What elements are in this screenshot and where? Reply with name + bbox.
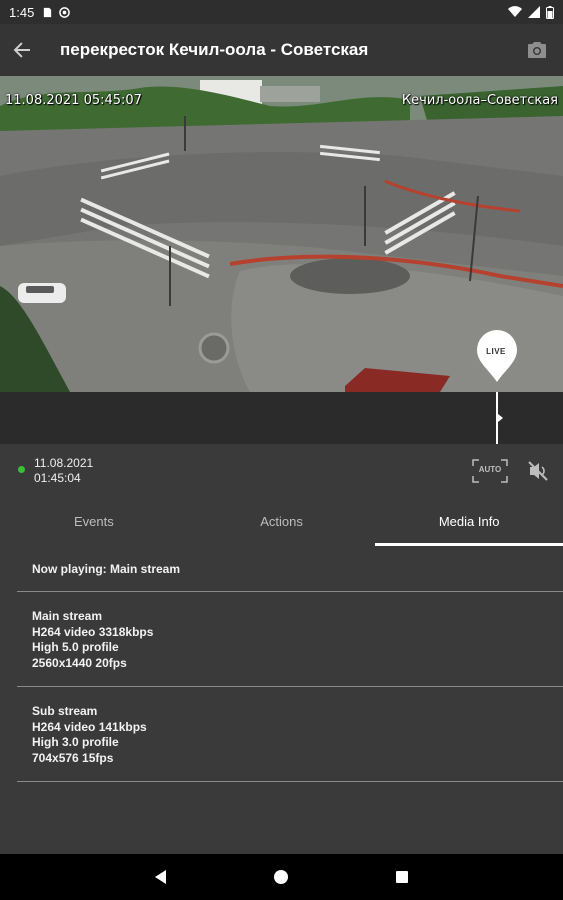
sim-card-icon — [44, 7, 52, 17]
navigation-bar — [0, 854, 563, 900]
playback-datetime: 11.08.2021 01:45:04 — [34, 456, 93, 486]
auto-label: AUTO — [478, 465, 502, 474]
main-stream-resolution: 2560x1440 20fps — [32, 655, 127, 670]
main-stream-title: Main stream — [32, 609, 103, 623]
auto-quality-button[interactable]: AUTO — [471, 458, 509, 484]
back-button[interactable] — [0, 24, 44, 76]
divider — [17, 686, 563, 687]
live-pin-icon — [477, 330, 517, 382]
osd-datetime: 11.08.2021 05:45:07 — [5, 93, 142, 108]
playback-date: 11.08.2021 — [34, 456, 94, 470]
arrow-back-icon — [13, 42, 30, 58]
timeline-cursor-arrow — [498, 414, 503, 422]
mute-button[interactable] — [525, 458, 551, 484]
status-time: 1:45 — [9, 4, 35, 20]
live-label: LIVE — [486, 347, 506, 356]
volume-off-icon — [528, 461, 548, 481]
status-bar: 1:45 — [0, 0, 563, 24]
at-sign-icon — [59, 6, 71, 18]
sub-stream-profile: High 3.0 profile — [32, 735, 119, 749]
tab-bar: Events Actions Media Info — [0, 504, 563, 546]
back-triangle-icon[interactable] — [152, 868, 170, 886]
tab-actions[interactable]: Actions — [188, 504, 376, 546]
battery-icon — [546, 5, 554, 19]
timeline-scrubber[interactable] — [0, 392, 563, 444]
playback-time: 01:45:04 — [34, 471, 81, 485]
page-title: перекресток Кечил-оола - Советская — [60, 40, 369, 59]
app-bar: перекресток Кечил-оола - Советская — [0, 24, 563, 76]
live-button[interactable]: LIVE — [475, 328, 519, 384]
camera-icon — [528, 42, 546, 58]
media-info-panel: Now playing: Main stream Main stream H26… — [0, 546, 563, 854]
playback-info-row: 11.08.2021 01:45:04 AUTO — [0, 444, 563, 504]
tab-media-info[interactable]: Media Info — [375, 504, 563, 546]
sub-stream-title: Sub stream — [32, 704, 98, 718]
main-stream-codec: H264 video 3318kbps — [32, 624, 154, 639]
signal-icon — [528, 6, 540, 18]
snapshot-button[interactable] — [511, 24, 563, 76]
recents-square-icon[interactable] — [393, 868, 411, 886]
divider — [17, 591, 563, 592]
live-status-dot — [18, 466, 25, 473]
main-stream-info: Main stream H264 video 3318kbps High 5.0… — [32, 609, 153, 671]
main-stream-profile: High 5.0 profile — [32, 640, 119, 654]
sub-stream-info: Sub stream H264 video 141kbps High 3.0 p… — [32, 704, 147, 766]
sub-stream-resolution: 704x576 15fps — [32, 750, 114, 765]
wifi-icon — [508, 6, 522, 18]
home-circle-icon[interactable] — [272, 868, 290, 886]
divider — [17, 781, 563, 782]
sub-stream-codec: H264 video 141kbps — [32, 719, 147, 734]
tab-events[interactable]: Events — [0, 504, 188, 546]
osd-location: Кечил-оола–Советская — [401, 93, 558, 108]
now-playing-text: Now playing: Main stream — [32, 562, 181, 576]
